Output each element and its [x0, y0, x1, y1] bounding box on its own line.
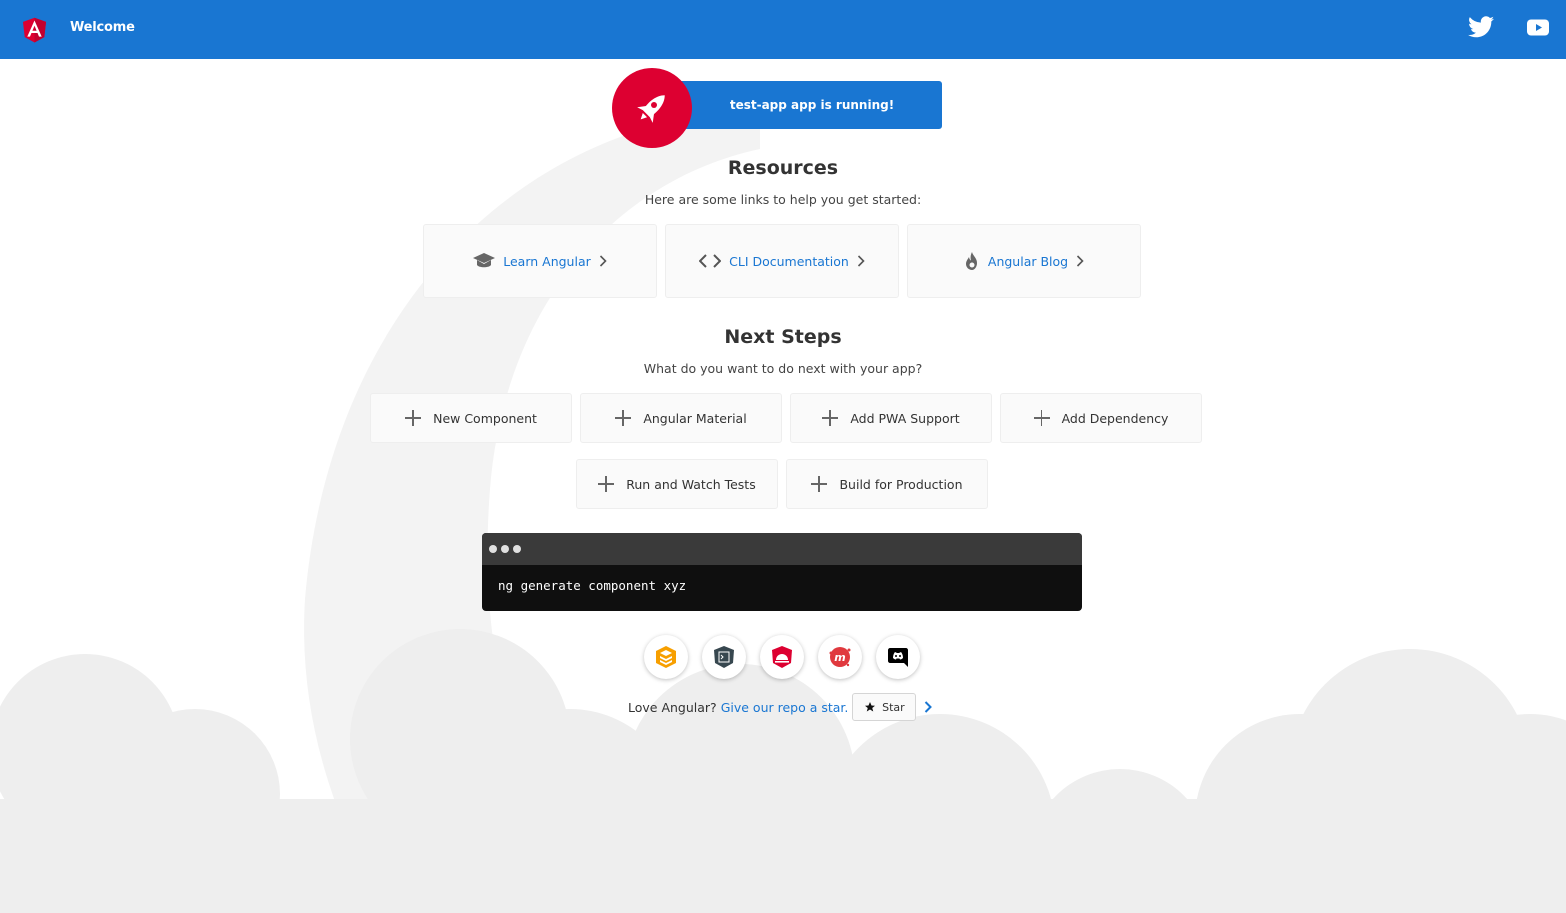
angular-logo-icon[interactable]	[19, 13, 50, 46]
chevron-right-icon	[1077, 255, 1084, 267]
plus-icon	[811, 476, 828, 492]
terminal-dot	[501, 545, 509, 553]
run-and-watch-tests-button[interactable]: Run and Watch Tests	[576, 459, 778, 509]
build-for-production-label: Build for Production	[839, 476, 963, 492]
angular-blog-label: Angular Blog	[987, 253, 1069, 269]
plus-icon	[598, 476, 615, 492]
cli-icon	[714, 646, 734, 668]
star-button[interactable]: Star	[852, 693, 917, 721]
augury-link[interactable]	[760, 635, 804, 679]
chevron-right-icon	[599, 255, 607, 267]
star-label: Star	[882, 700, 905, 714]
next-steps-title: Next Steps	[724, 326, 842, 348]
code-brackets-icon	[699, 254, 722, 268]
rocket-icon	[637, 95, 665, 123]
toolbar: Welcome	[0, 0, 1566, 59]
angular-blog-card[interactable]: Angular Blog	[907, 224, 1141, 298]
discord-icon	[888, 648, 908, 667]
terminal-dot	[513, 545, 521, 553]
plus-icon	[405, 410, 422, 426]
star-repo-link[interactable]: Give our repo a star.	[721, 700, 849, 715]
youtube-icon[interactable]	[1527, 19, 1549, 36]
chevron-right-icon[interactable]	[924, 701, 933, 713]
learn-angular-card[interactable]: Learn Angular	[423, 224, 657, 298]
learn-angular-label: Learn Angular	[503, 253, 591, 269]
add-dependency-button[interactable]: Add Dependency	[1000, 393, 1202, 443]
cli-documentation-label: CLI Documentation	[729, 253, 849, 269]
graduation-cap-icon	[473, 253, 496, 268]
toolbar-title: Welcome	[70, 20, 135, 35]
app-running-label: test-app app is running!	[729, 98, 895, 112]
cli-documentation-card[interactable]: CLI Documentation	[665, 224, 899, 298]
plus-icon	[615, 410, 632, 426]
run-and-watch-tests-label: Run and Watch Tests	[626, 476, 756, 492]
rocket-badge	[612, 68, 692, 148]
meetup-icon: m	[829, 647, 851, 667]
new-component-button[interactable]: New Component	[370, 393, 572, 443]
love-angular-text: Love Angular?	[628, 699, 717, 715]
chevron-right-icon	[857, 255, 865, 267]
new-component-label: New Component	[433, 410, 537, 426]
main-content: test-app app is running! Resources Here …	[0, 0, 1566, 913]
plus-icon	[822, 410, 839, 426]
build-for-production-button[interactable]: Build for Production	[786, 459, 988, 509]
cli-link[interactable]	[702, 635, 746, 679]
animations-icon	[656, 646, 676, 668]
add-pwa-support-button[interactable]: Add PWA Support	[790, 393, 992, 443]
add-dependency-label: Add Dependency	[1061, 410, 1169, 426]
augury-icon	[772, 646, 792, 668]
next-steps-subtitle: What do you want to do next with your ap…	[643, 361, 923, 376]
angular-material-label: Angular Material	[643, 410, 747, 426]
app-running-banner: test-app app is running!	[672, 81, 942, 129]
resources-title: Resources	[727, 157, 839, 179]
svg-text:m: m	[834, 651, 845, 664]
terminal: ng generate component xyz	[482, 533, 1082, 611]
star-icon	[865, 702, 876, 712]
love-angular-footer: Love Angular? Give our repo a star. Star	[628, 693, 933, 721]
angular-material-button[interactable]: Angular Material	[580, 393, 782, 443]
plus-icon	[1033, 410, 1050, 426]
animations-link[interactable]	[644, 635, 688, 679]
resources-subtitle: Here are some links to help you get star…	[644, 192, 922, 207]
meetup-link[interactable]: m	[818, 635, 862, 679]
discord-link[interactable]	[876, 635, 920, 679]
twitter-icon[interactable]	[1468, 16, 1494, 38]
add-pwa-support-label: Add PWA Support	[850, 410, 960, 426]
terminal-title-bar	[482, 533, 1082, 565]
terminal-dot	[489, 545, 497, 553]
flame-icon	[965, 252, 977, 270]
terminal-command[interactable]: ng generate component xyz	[482, 565, 1082, 593]
